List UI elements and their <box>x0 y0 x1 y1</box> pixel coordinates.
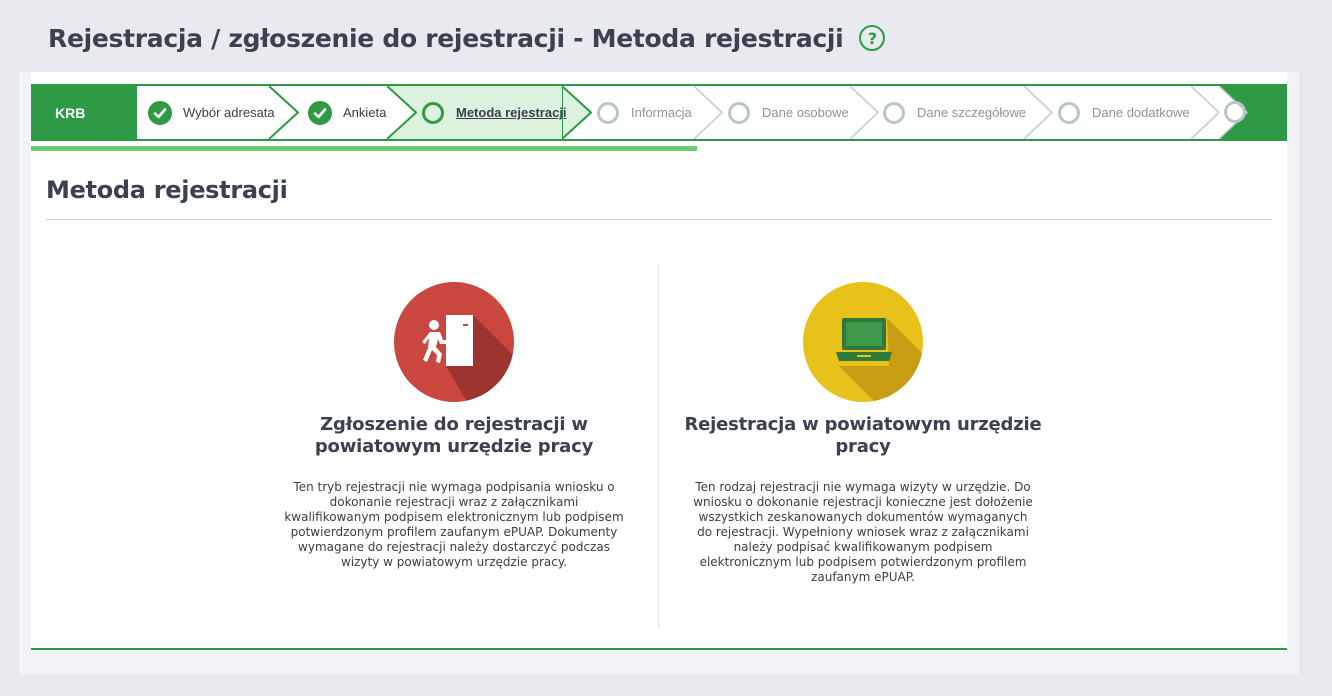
option-description: Ten rodzaj rejestracji nie wymaga wizyty… <box>693 480 1033 584</box>
pending-step-circle-icon <box>728 101 750 124</box>
step-label: Wybór adresata <box>183 105 275 120</box>
page-header: Rejestracja / zgłoszenie do rejestracji … <box>48 20 886 56</box>
bottom-border <box>31 648 1287 650</box>
option-title: Rejestracja w powiatowym urzędzie pracy <box>684 414 1042 457</box>
options-divider <box>658 264 659 628</box>
content-card: KRB Wybór adresata Ankieta Metoda rejest… <box>31 72 1287 650</box>
option-rejestracja-w-urzedzie[interactable]: Rejestracja w powiatowym urzędzie pracy … <box>683 282 1043 585</box>
step-label: Dane szczegółowe <box>917 105 1027 120</box>
check-icon <box>308 100 332 125</box>
laptop-icon <box>803 282 923 402</box>
step-more-dot <box>1224 101 1246 123</box>
step-dane-dodatkowe[interactable]: Dane dodatkowe <box>1058 86 1190 139</box>
section-title: Metoda rejestracji <box>46 176 288 204</box>
step-label: Dane osobowe <box>762 105 849 120</box>
chevron-separator <box>850 86 880 139</box>
active-step-circle-icon <box>422 101 444 124</box>
step-metoda-rejestracji[interactable]: Metoda rejestracji <box>422 86 567 139</box>
chevron-separator <box>107 86 137 139</box>
main-container: KRB Wybór adresata Ankieta Metoda rejest… <box>19 72 1299 674</box>
help-icon[interactable]: ? <box>859 25 886 51</box>
step-dane-szczegolowe[interactable]: Dane szczegółowe <box>883 86 1026 139</box>
option-zgloszenie-w-urzedzie[interactable]: Zgłoszenie do rejestracji w powiatowym u… <box>274 282 634 570</box>
chevron-separator <box>1191 86 1221 139</box>
option-title: Zgłoszenie do rejestracji w powiatowym u… <box>314 414 594 457</box>
page-title: Rejestracja / zgłoszenie do rejestracji … <box>48 23 844 53</box>
step-dane-osobowe[interactable]: Dane osobowe <box>728 86 849 139</box>
check-icon <box>148 100 172 125</box>
step-label: Dane dodatkowe <box>1092 105 1190 120</box>
step-label: Informacja <box>631 105 692 120</box>
pending-step-circle-icon <box>883 101 905 124</box>
chevron-separator <box>694 86 724 139</box>
wizard-progress-fill <box>31 146 697 151</box>
step-informacja[interactable]: Informacja <box>597 86 692 139</box>
option-description: Ten tryb rejestracji nie wymaga podpisan… <box>284 480 624 569</box>
step-label: Metoda rejestracji <box>456 105 567 120</box>
chevron-separator <box>1024 86 1054 139</box>
pending-step-circle-icon <box>597 101 619 124</box>
section-divider <box>46 219 1272 220</box>
wizard-progress-bar <box>31 146 1287 152</box>
chevron-separator <box>387 86 417 139</box>
step-ankieta[interactable]: Ankieta <box>308 86 386 139</box>
step-wybor-adresata[interactable]: Wybór adresata <box>148 86 275 139</box>
pending-step-circle-icon <box>1058 101 1080 124</box>
wizard-stepper: KRB Wybór adresata Ankieta Metoda rejest… <box>31 84 1287 141</box>
person-entering-door-icon <box>394 282 514 402</box>
step-label: Ankieta <box>343 105 387 120</box>
